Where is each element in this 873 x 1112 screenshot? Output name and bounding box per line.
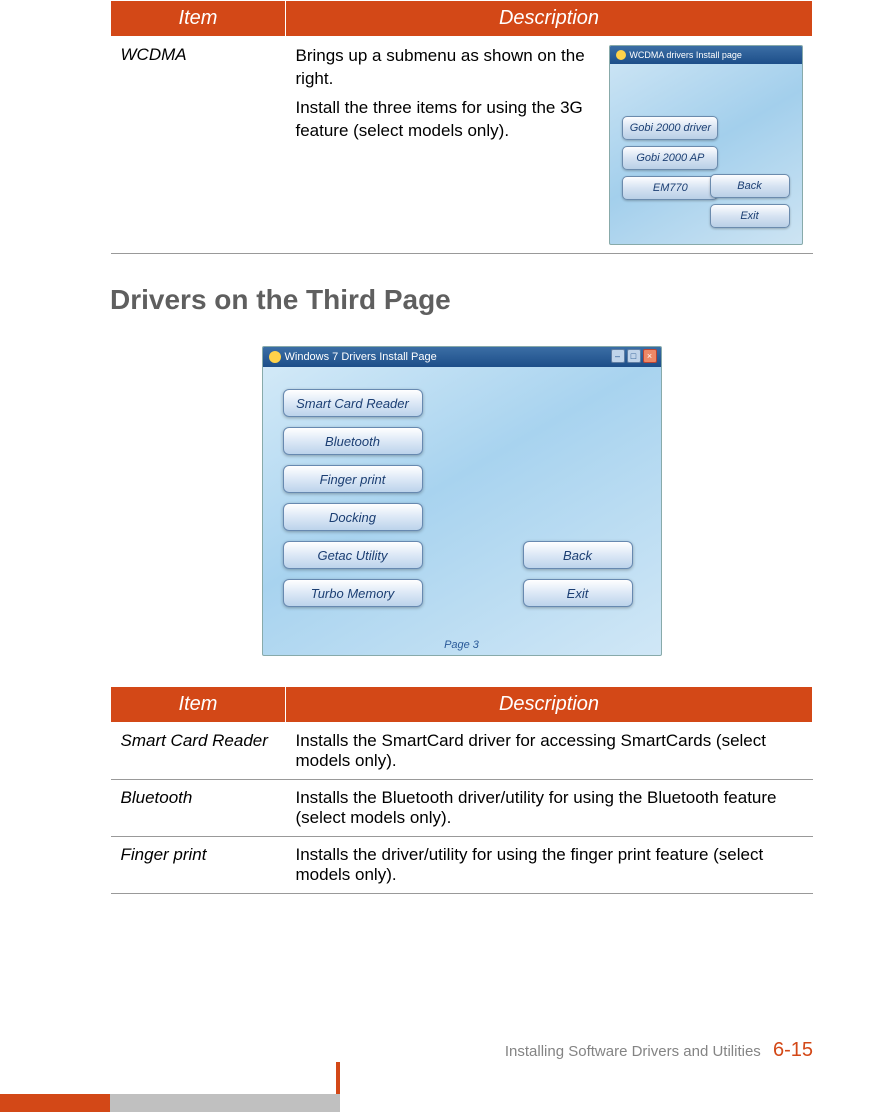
cell-description: Installs the driver/utility for using th…	[286, 837, 813, 894]
wcdma-desc-2: Install the three items for using the 3G…	[296, 97, 600, 143]
wcdma-submenu-screenshot: WCDMA drivers Install page Gobi 2000 dri…	[609, 45, 802, 245]
cell-item: Finger print	[111, 837, 286, 894]
docking-button[interactable]: Docking	[283, 503, 423, 531]
big-exit-button[interactable]: Exit	[523, 579, 633, 607]
decorative-red-tab	[336, 1062, 340, 1094]
big-title-text: Windows 7 Drivers Install Page	[285, 351, 437, 363]
turbo-memory-button[interactable]: Turbo Memory	[283, 579, 423, 607]
maximize-icon[interactable]: □	[627, 349, 641, 363]
table-drivers-page3: Item Description Smart Card Reader Insta…	[110, 686, 813, 894]
footer-section: Installing Software Drivers and Utilitie…	[505, 1043, 761, 1060]
page-footer: Installing Software Drivers and Utilitie…	[505, 1039, 813, 1062]
finger-print-button[interactable]: Finger print	[283, 465, 423, 493]
th-item: Item	[111, 687, 286, 723]
table-row: Finger print Installs the driver/utility…	[111, 837, 813, 894]
th-description: Description	[286, 687, 813, 723]
big-titlebar: Windows 7 Drivers Install Page – □ ×	[263, 347, 661, 367]
table-row: Bluetooth Installs the Bluetooth driver/…	[111, 780, 813, 837]
cell-item: Smart Card Reader	[111, 723, 286, 780]
gobi-2000-ap-button[interactable]: Gobi 2000 AP	[622, 146, 718, 170]
getac-utility-button[interactable]: Getac Utility	[283, 541, 423, 569]
smiley-icon	[616, 50, 626, 60]
wcdma-desc-1: Brings up a submenu as shown on the righ…	[296, 45, 600, 91]
window-controls: – □ ×	[611, 349, 657, 363]
minimize-icon[interactable]: –	[611, 349, 625, 363]
cell-description: Brings up a submenu as shown on the righ…	[286, 37, 813, 254]
smart-card-reader-button[interactable]: Smart Card Reader	[283, 389, 423, 417]
decorative-bottom-bar	[0, 1094, 873, 1112]
installer-page-label: Page 3	[263, 639, 661, 651]
mini-exit-button[interactable]: Exit	[710, 204, 790, 228]
table-row: WCDMA Brings up a submenu as shown on th…	[111, 37, 813, 254]
cell-description: Installs the SmartCard driver for access…	[286, 723, 813, 780]
th-description: Description	[286, 1, 813, 37]
close-icon[interactable]: ×	[643, 349, 657, 363]
gobi-2000-driver-button[interactable]: Gobi 2000 driver	[622, 116, 718, 140]
cell-item: Bluetooth	[111, 780, 286, 837]
table-row: Smart Card Reader Installs the SmartCard…	[111, 723, 813, 780]
big-back-button[interactable]: Back	[523, 541, 633, 569]
table-wcdma: Item Description WCDMA Brings up a subme…	[110, 0, 813, 254]
cell-item: WCDMA	[111, 37, 286, 254]
smiley-icon	[269, 351, 281, 363]
section-heading: Drivers on the Third Page	[110, 284, 813, 316]
th-item: Item	[111, 1, 286, 37]
mini-back-button[interactable]: Back	[710, 174, 790, 198]
cell-description: Installs the Bluetooth driver/utility fo…	[286, 780, 813, 837]
bluetooth-button[interactable]: Bluetooth	[283, 427, 423, 455]
footer-page-number: 6-15	[773, 1039, 813, 1061]
mini-titlebar: WCDMA drivers Install page	[610, 46, 801, 64]
em770-button[interactable]: EM770	[622, 176, 718, 200]
drivers-page3-screenshot: Windows 7 Drivers Install Page – □ × Sma…	[262, 346, 662, 656]
mini-title-text: WCDMA drivers Install page	[629, 50, 742, 60]
